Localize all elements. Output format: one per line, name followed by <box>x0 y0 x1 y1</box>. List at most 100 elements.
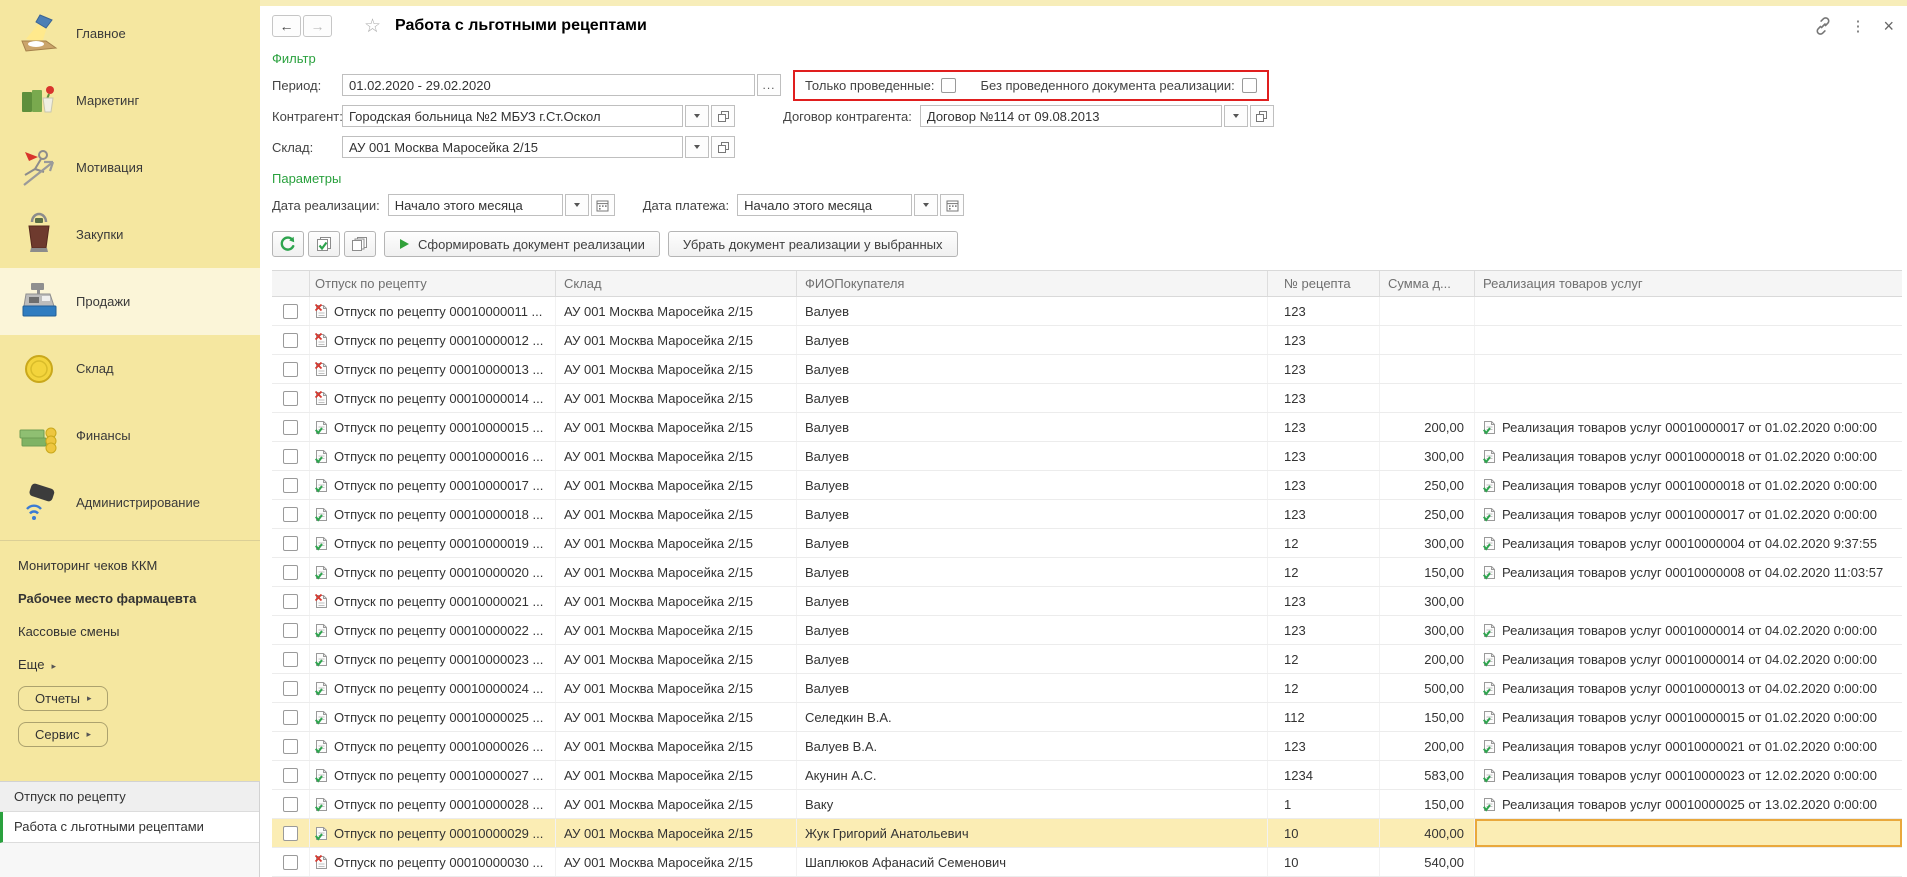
table-row[interactable]: Отпуск по рецепту 00010000029 ... АУ 001… <box>272 819 1902 848</box>
reports-button[interactable]: Отчеты▸ <box>18 686 108 711</box>
sidebar-link-more[interactable]: Еще▸ <box>0 648 260 681</box>
counterparty-dropdown-button[interactable] <box>685 105 709 127</box>
table-row[interactable]: Отпуск по рецепту 00010000012 ... АУ 001… <box>272 326 1902 355</box>
table-row[interactable]: Отпуск по рецепту 00010000026 ... АУ 001… <box>272 732 1902 761</box>
warehouse-dropdown-button[interactable] <box>685 136 709 158</box>
row-checkbox[interactable] <box>283 768 298 783</box>
realization-cell[interactable]: Реализация товаров услуг 00010000023 от … <box>1475 761 1902 789</box>
sale-date-calendar-button[interactable] <box>591 194 615 216</box>
row-checkbox[interactable] <box>283 478 298 493</box>
realization-cell[interactable]: Реализация товаров услуг 00010000004 от … <box>1475 529 1902 557</box>
realization-cell[interactable]: Реализация товаров услуг 00010000025 от … <box>1475 790 1902 818</box>
header-sum-column[interactable]: Сумма д... <box>1380 271 1475 296</box>
row-checkbox[interactable] <box>283 362 298 377</box>
header-doc-column[interactable]: Отпуск по рецепту <box>310 271 556 296</box>
pay-date-calendar-button[interactable] <box>940 194 964 216</box>
realization-cell[interactable]: Реализация товаров услуг 00010000008 от … <box>1475 558 1902 586</box>
unmark-all-button[interactable] <box>344 231 376 257</box>
sidebar-item-prodazhi[interactable]: Продажи <box>0 268 260 335</box>
realization-cell[interactable]: Реализация товаров услуг 00010000018 от … <box>1475 442 1902 470</box>
realization-cell[interactable] <box>1475 819 1902 847</box>
realization-cell[interactable]: Реализация товаров услуг 00010000013 от … <box>1475 674 1902 702</box>
realization-cell[interactable]: Реализация товаров услуг 00010000017 от … <box>1475 413 1902 441</box>
window-tab-otpusk-po-receptu[interactable]: Отпуск по рецепту <box>0 781 259 812</box>
table-row[interactable]: Отпуск по рецепту 00010000019 ... АУ 001… <box>272 529 1902 558</box>
sidebar-item-sklad[interactable]: Склад <box>0 335 260 402</box>
realization-cell[interactable] <box>1475 326 1902 354</box>
mark-all-button[interactable] <box>308 231 340 257</box>
sidebar-item-finansy[interactable]: Финансы <box>0 402 260 469</box>
row-checkbox[interactable] <box>283 826 298 841</box>
table-row[interactable]: Отпуск по рецепту 00010000020 ... АУ 001… <box>272 558 1902 587</box>
table-row[interactable]: Отпуск по рецепту 00010000024 ... АУ 001… <box>272 674 1902 703</box>
kebab-menu-icon[interactable]: ⋮ <box>1850 17 1865 35</box>
sidebar-link-kassovye-smeny[interactable]: Кассовые смены <box>0 615 260 648</box>
row-checkbox[interactable] <box>283 594 298 609</box>
realization-cell[interactable] <box>1475 848 1902 876</box>
table-row[interactable]: Отпуск по рецепту 00010000025 ... АУ 001… <box>272 703 1902 732</box>
table-row[interactable]: Отпуск по рецепту 00010000023 ... АУ 001… <box>272 645 1902 674</box>
table-row[interactable]: Отпуск по рецепту 00010000011 ... АУ 001… <box>272 297 1902 326</box>
row-checkbox[interactable] <box>283 565 298 580</box>
row-checkbox[interactable] <box>283 536 298 551</box>
contract-dropdown-button[interactable] <box>1224 105 1248 127</box>
row-checkbox[interactable] <box>283 420 298 435</box>
sale-date-input[interactable] <box>388 194 563 216</box>
forward-button[interactable]: → <box>303 15 332 37</box>
contract-input[interactable] <box>920 105 1222 127</box>
table-row[interactable]: Отпуск по рецепту 00010000016 ... АУ 001… <box>272 442 1902 471</box>
link-icon[interactable] <box>1814 17 1832 35</box>
header-realization-column[interactable]: Реализация товаров услуг <box>1475 271 1902 296</box>
close-icon[interactable]: × <box>1883 16 1894 37</box>
header-buyer-column[interactable]: ФИОПокупателя <box>797 271 1268 296</box>
refresh-button[interactable] <box>272 231 304 257</box>
realization-cell[interactable] <box>1475 355 1902 383</box>
row-checkbox[interactable] <box>283 855 298 870</box>
table-row[interactable]: Отпуск по рецепту 00010000030 ... АУ 001… <box>272 848 1902 877</box>
realization-cell[interactable]: Реализация товаров услуг 00010000018 от … <box>1475 471 1902 499</box>
row-checkbox[interactable] <box>283 652 298 667</box>
sidebar-link-rabochee-mesto[interactable]: Рабочее место фармацевта <box>0 582 260 615</box>
period-more-button[interactable]: ... <box>757 74 781 96</box>
sidebar-item-motivaciya[interactable]: Мотивация <box>0 134 260 201</box>
window-tab-rabota-s-lgotnymi[interactable]: Работа с льготными рецептами <box>0 812 259 843</box>
table-row[interactable]: Отпуск по рецепту 00010000028 ... АУ 001… <box>272 790 1902 819</box>
contract-open-button[interactable] <box>1250 105 1274 127</box>
row-checkbox[interactable] <box>283 623 298 638</box>
only-posted-checkbox[interactable] <box>941 78 956 93</box>
table-row[interactable]: Отпуск по рецепту 00010000022 ... АУ 001… <box>272 616 1902 645</box>
generate-sale-doc-button[interactable]: Сформировать документ реализации <box>384 231 660 257</box>
realization-cell[interactable]: Реализация товаров услуг 00010000021 от … <box>1475 732 1902 760</box>
no-sale-doc-checkbox[interactable] <box>1242 78 1257 93</box>
realization-cell[interactable]: Реализация товаров услуг 00010000015 от … <box>1475 703 1902 731</box>
table-row[interactable]: Отпуск по рецепту 00010000021 ... АУ 001… <box>272 587 1902 616</box>
row-checkbox[interactable] <box>283 681 298 696</box>
row-checkbox[interactable] <box>283 507 298 522</box>
counterparty-input[interactable] <box>342 105 683 127</box>
row-checkbox[interactable] <box>283 333 298 348</box>
realization-cell[interactable]: Реализация товаров услуг 00010000014 от … <box>1475 645 1902 673</box>
pay-date-dropdown-button[interactable] <box>914 194 938 216</box>
table-row[interactable]: Отпуск по рецепту 00010000018 ... АУ 001… <box>272 500 1902 529</box>
table-row[interactable]: Отпуск по рецепту 00010000014 ... АУ 001… <box>272 384 1902 413</box>
realization-cell[interactable]: Реализация товаров услуг 00010000017 от … <box>1475 500 1902 528</box>
row-checkbox[interactable] <box>283 739 298 754</box>
sidebar-item-zakupki[interactable]: Закупки <box>0 201 260 268</box>
remove-sale-doc-button[interactable]: Убрать документ реализации у выбранных <box>668 231 958 257</box>
warehouse-open-button[interactable] <box>711 136 735 158</box>
realization-cell[interactable] <box>1475 384 1902 412</box>
header-warehouse-column[interactable]: Склад <box>556 271 797 296</box>
pay-date-input[interactable] <box>737 194 912 216</box>
service-button[interactable]: Сервис▸ <box>18 722 108 747</box>
table-row[interactable]: Отпуск по рецепту 00010000013 ... АУ 001… <box>272 355 1902 384</box>
sidebar-link-monitoring-chekov[interactable]: Мониторинг чеков ККМ <box>0 549 260 582</box>
table-row[interactable]: Отпуск по рецепту 00010000027 ... АУ 001… <box>272 761 1902 790</box>
back-button[interactable]: ← <box>272 15 301 37</box>
table-row[interactable]: Отпуск по рецепту 00010000015 ... АУ 001… <box>272 413 1902 442</box>
row-checkbox[interactable] <box>283 710 298 725</box>
period-input[interactable] <box>342 74 755 96</box>
table-row[interactable]: Отпуск по рецепту 00010000017 ... АУ 001… <box>272 471 1902 500</box>
counterparty-open-button[interactable] <box>711 105 735 127</box>
realization-cell[interactable]: Реализация товаров услуг 00010000014 от … <box>1475 616 1902 644</box>
favorite-star-icon[interactable]: ☆ <box>364 17 381 36</box>
